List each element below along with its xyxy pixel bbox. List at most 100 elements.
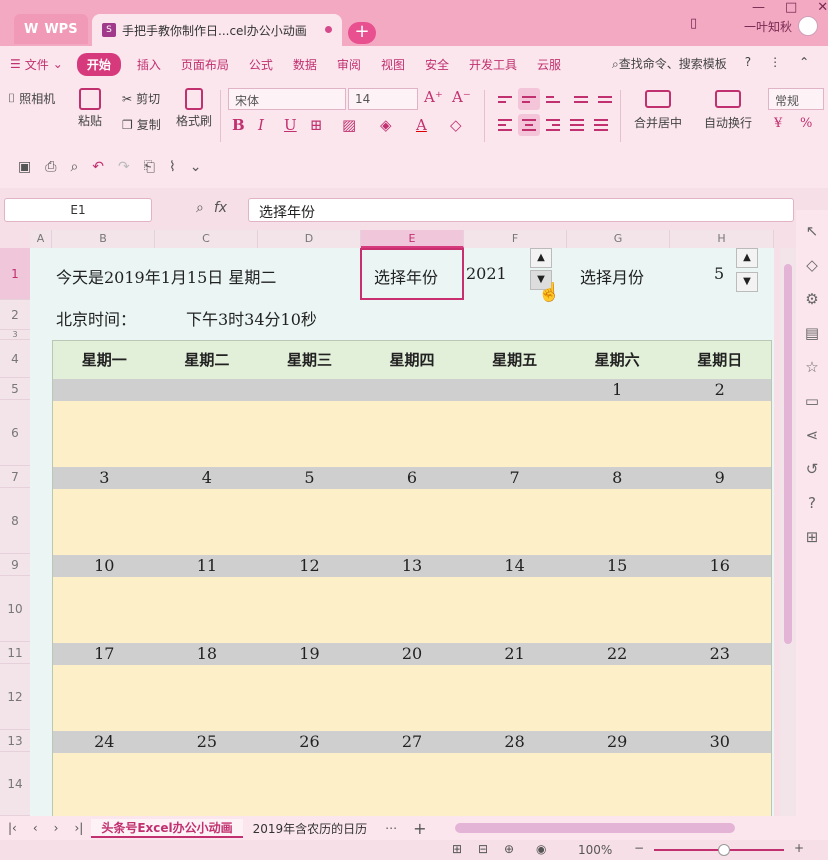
align-right-icon[interactable] bbox=[542, 114, 564, 136]
star-icon[interactable]: ☆ bbox=[805, 358, 818, 376]
date-cell[interactable]: 17 bbox=[53, 643, 156, 665]
document-tab[interactable]: S 手把手教你制作日...cel办公小动画 bbox=[92, 14, 342, 46]
fill-color-icon[interactable]: ◈ bbox=[380, 116, 392, 134]
properties-icon[interactable]: ⚙ bbox=[805, 290, 818, 308]
align-top-icon[interactable] bbox=[494, 88, 516, 110]
formula-input[interactable]: 选择年份 bbox=[248, 198, 794, 222]
close-icon[interactable]: ✕ bbox=[817, 0, 828, 15]
underline-icon[interactable]: U bbox=[284, 116, 297, 134]
font-name-select[interactable]: 宋体 bbox=[228, 88, 346, 110]
month-up-button[interactable]: ▲ bbox=[736, 248, 758, 268]
date-cell[interactable]: 11 bbox=[156, 555, 259, 577]
date-cell[interactable]: 6 bbox=[361, 467, 464, 489]
date-cell[interactable]: 19 bbox=[258, 643, 361, 665]
date-cell[interactable]: 29 bbox=[566, 731, 669, 753]
name-box[interactable]: E1 bbox=[4, 198, 152, 222]
redo-icon[interactable]: ↷ bbox=[118, 159, 130, 175]
print-icon[interactable]: ⎙ bbox=[45, 159, 56, 175]
menu-formulas[interactable]: 公式 bbox=[239, 56, 283, 73]
sheet-tab[interactable]: 2019年含农历的日历 bbox=[243, 820, 378, 837]
day-body-row[interactable] bbox=[53, 489, 771, 555]
maximize-icon[interactable]: □ bbox=[785, 0, 797, 15]
align-center-icon[interactable] bbox=[518, 114, 540, 136]
page-break-icon[interactable]: ⊟ bbox=[478, 842, 488, 856]
menu-file[interactable]: ☰ 文件 ⌄ bbox=[0, 56, 71, 73]
menu-security[interactable]: 安全 bbox=[415, 56, 459, 73]
grid-apps-icon[interactable]: ⊞ bbox=[806, 528, 819, 546]
wrap-text-button[interactable]: 自动换行 bbox=[704, 90, 752, 131]
minimize-icon[interactable]: — bbox=[752, 0, 765, 15]
normal-view-icon[interactable]: ⊞ bbox=[452, 842, 462, 856]
row-header-14[interactable]: 14 bbox=[0, 752, 30, 816]
format-painter-button[interactable]: 格式刷 bbox=[176, 88, 212, 129]
date-cell[interactable]: 12 bbox=[258, 555, 361, 577]
date-cell[interactable]: 1 bbox=[566, 379, 669, 401]
paste-button[interactable]: 粘贴 bbox=[78, 88, 102, 129]
avatar[interactable] bbox=[798, 16, 818, 36]
day-body-row[interactable] bbox=[53, 753, 771, 816]
collapse-ribbon-icon[interactable]: ⌃ bbox=[799, 55, 809, 72]
date-cell[interactable]: 24 bbox=[53, 731, 156, 753]
month-down-button[interactable]: ▼ bbox=[736, 272, 758, 292]
vertical-scrollbar[interactable] bbox=[780, 248, 796, 816]
date-cell[interactable]: 13 bbox=[361, 555, 464, 577]
image-icon[interactable]: ▤ bbox=[805, 324, 819, 342]
shapes-icon[interactable]: ◇ bbox=[806, 256, 818, 274]
cell-style-icon[interactable]: ▨ bbox=[342, 116, 356, 134]
column-header-h[interactable]: H bbox=[670, 230, 774, 248]
row-header-2[interactable]: 2 bbox=[0, 300, 30, 330]
percent-icon[interactable]: % bbox=[800, 116, 812, 131]
shrink-font-icon[interactable]: A⁻ bbox=[452, 88, 471, 106]
column-header-d[interactable]: D bbox=[258, 230, 361, 248]
column-header-g[interactable]: G bbox=[567, 230, 670, 248]
date-cell[interactable]: 20 bbox=[361, 643, 464, 665]
worksheet[interactable]: 今天是2019年1月15日 星期二 选择年份 2021 ▲ ▼ ☝ 选择月份 5… bbox=[30, 248, 774, 816]
row-header-3[interactable]: 3 bbox=[0, 330, 30, 340]
horizontal-scrollbar[interactable] bbox=[454, 823, 735, 833]
row-header-12[interactable]: 12 bbox=[0, 664, 30, 730]
command-search[interactable]: ⌕查找命令、搜索模板 bbox=[612, 55, 727, 72]
date-cell[interactable]: 7 bbox=[463, 467, 566, 489]
date-cell[interactable]: 18 bbox=[156, 643, 259, 665]
align-left-icon[interactable] bbox=[494, 114, 516, 136]
date-cell[interactable] bbox=[53, 379, 156, 401]
zoom-in-icon[interactable]: + bbox=[794, 841, 804, 855]
more-icon[interactable]: ⋮ bbox=[769, 55, 781, 72]
zoom-search-icon[interactable]: ⌕ bbox=[196, 200, 204, 216]
read-mode-icon[interactable]: ⊕ bbox=[504, 842, 514, 856]
indent-increase-icon[interactable] bbox=[594, 88, 616, 110]
row-header-13[interactable]: 13 bbox=[0, 730, 30, 752]
menu-insert[interactable]: 插入 bbox=[127, 56, 171, 73]
font-size-select[interactable]: 14 bbox=[348, 88, 418, 110]
justify-icon[interactable] bbox=[566, 114, 588, 136]
share-icon[interactable]: ⋖ bbox=[806, 426, 819, 444]
undo-icon[interactable]: ↶ bbox=[92, 159, 104, 175]
menu-developer[interactable]: 开发工具 bbox=[459, 56, 527, 73]
row-header-8[interactable]: 8 bbox=[0, 488, 30, 554]
indent-decrease-icon[interactable] bbox=[570, 88, 592, 110]
menu-home[interactable]: 开始 bbox=[76, 52, 121, 76]
new-tab-button[interactable]: + bbox=[348, 22, 376, 44]
italic-icon[interactable]: I bbox=[258, 116, 264, 134]
column-header-f[interactable]: F bbox=[464, 230, 567, 248]
camera-button[interactable]: ⌷ 照相机 bbox=[8, 90, 55, 107]
row-header-11[interactable]: 11 bbox=[0, 642, 30, 664]
column-header-a[interactable]: A bbox=[30, 230, 52, 248]
date-cell[interactable]: 9 bbox=[668, 467, 771, 489]
date-cell[interactable]: 5 bbox=[258, 467, 361, 489]
next-sheet-icon[interactable]: › bbox=[46, 821, 67, 835]
day-body-row[interactable] bbox=[53, 577, 771, 643]
help-icon[interactable]: ? bbox=[745, 55, 751, 72]
date-cell[interactable]: 28 bbox=[463, 731, 566, 753]
archive-icon[interactable]: ▭ bbox=[805, 392, 819, 410]
row-header-9[interactable]: 9 bbox=[0, 554, 30, 576]
user-name[interactable]: 一叶知秋 bbox=[744, 18, 792, 35]
year-up-button[interactable]: ▲ bbox=[530, 248, 552, 268]
grow-font-icon[interactable]: A⁺ bbox=[424, 88, 443, 106]
currency-icon[interactable]: ¥ bbox=[774, 116, 782, 131]
date-cell[interactable]: 26 bbox=[258, 731, 361, 753]
date-cell[interactable]: 15 bbox=[566, 555, 669, 577]
row-header-5[interactable]: 5 bbox=[0, 378, 30, 400]
align-bottom-icon[interactable] bbox=[542, 88, 564, 110]
date-cell[interactable] bbox=[156, 379, 259, 401]
